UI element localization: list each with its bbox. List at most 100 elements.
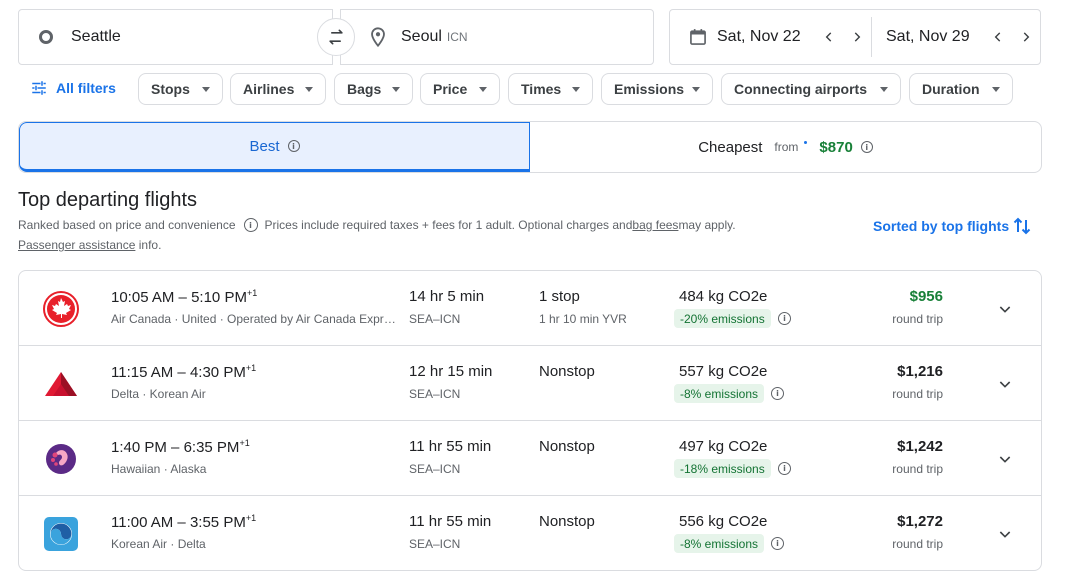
- flight-row[interactable]: 1:40 PM – 6:35 PM+1 Hawaiian · Alaska 11…: [19, 421, 1041, 496]
- prices-note-end: may apply.: [678, 218, 736, 232]
- origin-circle-icon: [39, 30, 53, 44]
- trip-type: round trip: [892, 537, 943, 551]
- chevron-right-icon: [1023, 32, 1030, 42]
- flight-price: $956: [909, 288, 943, 305]
- tab-best[interactable]: Best i: [19, 122, 530, 172]
- depart-prev-day-button[interactable]: [815, 23, 843, 51]
- stops-count: 1 stop: [539, 288, 580, 305]
- airline-names: Delta · Korean Air: [111, 387, 206, 401]
- depart-next-day-button[interactable]: [843, 23, 871, 51]
- destination-text: Seoul: [401, 28, 442, 45]
- delta-logo-icon: [45, 372, 77, 396]
- flight-price: $1,242: [897, 438, 943, 455]
- day-offset: +1: [246, 288, 258, 298]
- flight-row[interactable]: 11:15 AM – 4:30 PM+1 Delta · Korean Air …: [19, 346, 1041, 421]
- filter-chip-price[interactable]: Price: [420, 73, 500, 105]
- co2-amount: 556 kg CO2e: [679, 513, 768, 530]
- emissions-badge: -8% emissions: [674, 534, 765, 553]
- korean-air-logo-icon: [44, 517, 78, 551]
- destination-code: ICN: [446, 30, 468, 44]
- bag-fees-link[interactable]: bag fees: [632, 218, 678, 232]
- cheapest-price: $870: [819, 138, 853, 156]
- return-prev-day-button[interactable]: [984, 23, 1012, 51]
- day-offset: +1: [245, 513, 257, 523]
- flight-route: SEA–ICN: [409, 537, 461, 551]
- info-icon[interactable]: i: [771, 537, 784, 550]
- chip-label: Connecting airports: [734, 81, 868, 97]
- info-icon[interactable]: i: [778, 462, 791, 475]
- sort-arrows-icon: [1013, 217, 1031, 235]
- depart-time: 1:40 PM: [111, 439, 167, 456]
- all-filters-label: All filters: [56, 80, 116, 96]
- info-icon[interactable]: i: [860, 141, 873, 153]
- dates-field: Sat, Nov 22 Sat, Nov 29: [669, 9, 1041, 65]
- all-filters-button[interactable]: All filters: [30, 79, 116, 97]
- expand-button[interactable]: [991, 520, 1019, 548]
- filter-chip-emissions[interactable]: Emissions: [601, 73, 713, 105]
- airline-names: Hawaiian · Alaska: [111, 462, 207, 476]
- filter-chip-stops[interactable]: Stops: [138, 73, 223, 105]
- flight-duration: 12 hr 15 min: [409, 363, 493, 380]
- caret-down-icon: [392, 86, 400, 92]
- flight-route: SEA–ICN: [409, 462, 461, 476]
- destination-field[interactable]: Seoul ICN: [340, 9, 654, 65]
- filter-chip-connecting-airports[interactable]: Connecting airports: [721, 73, 901, 105]
- swap-locations-button[interactable]: [317, 18, 355, 56]
- caret-down-icon: [305, 86, 313, 92]
- sort-tabs: Best i Cheapest from $870 i: [18, 121, 1042, 173]
- depart-time: 11:00 AM: [111, 514, 174, 531]
- info-icon[interactable]: i: [287, 140, 300, 152]
- trip-type: round trip: [892, 312, 943, 326]
- origin-field[interactable]: Seattle: [18, 9, 333, 65]
- sort-by-button[interactable]: Sorted by top flights: [873, 216, 1031, 236]
- info-icon[interactable]: i: [771, 387, 784, 400]
- info-icon[interactable]: i: [778, 312, 791, 325]
- caret-down-icon: [479, 86, 487, 92]
- filter-chip-times[interactable]: Times: [508, 73, 593, 105]
- flight-price: $1,216: [897, 363, 943, 380]
- filter-chip-airlines[interactable]: Airlines: [230, 73, 326, 105]
- flight-route: SEA–ICN: [409, 387, 461, 401]
- stops-count: Nonstop: [539, 513, 595, 530]
- chevron-left-icon: [994, 32, 1001, 42]
- passenger-assistance-link[interactable]: Passenger assistance: [18, 238, 135, 252]
- flight-duration: 14 hr 5 min: [409, 288, 485, 305]
- tune-sliders-icon: [32, 81, 46, 95]
- calendar-icon: [690, 29, 706, 45]
- caret-down-icon: [880, 86, 888, 92]
- hawaiian-logo-icon: [46, 444, 76, 474]
- filter-chip-duration[interactable]: Duration: [909, 73, 1013, 105]
- flight-duration: 11 hr 55 min: [409, 513, 492, 530]
- tab-cheapest-label: Cheapest: [698, 138, 763, 156]
- caret-down-icon: [992, 86, 1000, 92]
- flight-times: 1:40 PM – 6:35 PM+1: [111, 438, 250, 456]
- sort-label: Sorted by top flights: [873, 218, 1010, 234]
- chip-label: Airlines: [243, 81, 295, 97]
- trip-type: round trip: [892, 462, 943, 476]
- arrive-time: 3:55 PM: [189, 514, 246, 531]
- location-pin-icon: [371, 27, 385, 48]
- flight-duration: 11 hr 55 min: [409, 438, 492, 455]
- section-title: Top departing flights: [18, 189, 198, 211]
- day-offset: +1: [239, 438, 250, 448]
- chip-label: Duration: [922, 81, 980, 97]
- flight-row[interactable]: 10:05 AM – 5:10 PM+1 Air Canada · United…: [19, 271, 1041, 346]
- swap-arrows-icon: [329, 29, 343, 45]
- chip-label: Times: [521, 81, 562, 97]
- return-date-text: Sat, Nov 29: [886, 28, 970, 45]
- expand-button[interactable]: [991, 370, 1019, 398]
- chevron-down-icon: [999, 306, 1011, 313]
- caret-down-icon: [202, 86, 210, 92]
- co2-amount: 484 kg CO2e: [679, 288, 768, 305]
- return-date-cell[interactable]: Sat, Nov 29: [872, 17, 1040, 57]
- depart-date-text: Sat, Nov 22: [717, 28, 801, 45]
- expand-button[interactable]: [991, 445, 1019, 473]
- layover-info: 1 hr 10 min YVR: [539, 312, 627, 326]
- depart-date-cell[interactable]: Sat, Nov 22: [670, 17, 872, 57]
- tab-cheapest[interactable]: Cheapest from $870 i: [530, 122, 1041, 172]
- info-icon[interactable]: i: [243, 218, 258, 232]
- flight-row[interactable]: 11:00 AM – 3:55 PM+1 Korean Air · Delta …: [19, 496, 1041, 570]
- return-next-day-button[interactable]: [1012, 23, 1040, 51]
- filter-chip-bags[interactable]: Bags: [334, 73, 413, 105]
- expand-button[interactable]: [991, 295, 1019, 323]
